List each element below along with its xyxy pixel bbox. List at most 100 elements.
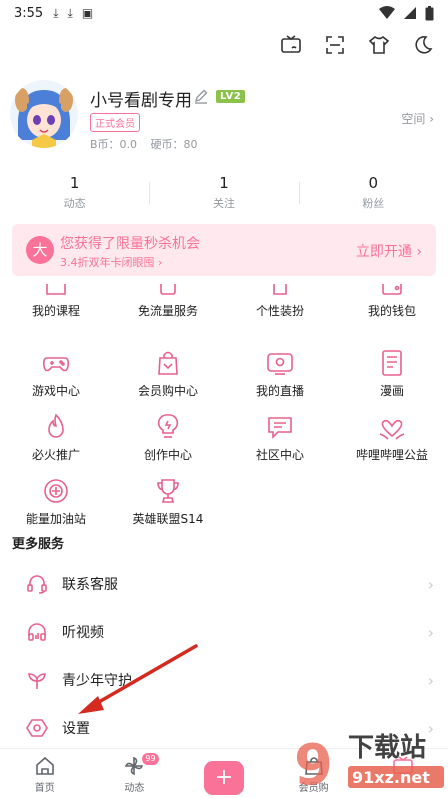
sim-card-icon — [160, 284, 176, 295]
course-icon — [46, 284, 66, 295]
promo-banner[interactable]: 大 您获得了限量秒杀机会 3.4折双年卡闭眼囤 › 立即开通 › — [12, 224, 436, 276]
grid-item-mall[interactable]: 会员购中心 — [112, 348, 224, 412]
coin-balance[interactable]: 硬币：80 — [151, 138, 198, 151]
nav-home[interactable]: 首页 — [0, 749, 90, 798]
stat-number: 1 — [69, 174, 80, 192]
nav-label: 动态 — [124, 783, 145, 794]
energy-badge-icon — [44, 479, 68, 503]
more-services-list: 联系客服 › 听视频 › 青少年守护 › 设置 › — [0, 560, 448, 752]
grid-item-label: 个性装扮 — [255, 304, 304, 318]
more-services-title: 更多服务 — [12, 537, 65, 552]
tv-icon — [393, 756, 413, 774]
shirt-icon[interactable] — [368, 34, 390, 56]
grid-item-decoration[interactable]: 个性装扮 — [224, 284, 336, 348]
top-toolbar — [280, 34, 434, 56]
service-grid: 我的课程 免流量服务 个性装扮 我的钱包 游戏中心 会员购中心 我的直播 漫画 … — [0, 284, 448, 540]
nav-mine[interactable] — [358, 749, 448, 798]
grid-item-game-center[interactable]: 游戏中心 — [0, 348, 112, 412]
stat-label: 关注 — [212, 197, 235, 210]
list-item-settings[interactable]: 设置 › — [0, 704, 448, 752]
list-item-customer-service[interactable]: 联系客服 › — [0, 560, 448, 608]
grid-item-label: 社区中心 — [255, 448, 304, 462]
chevron-right-icon: › — [427, 670, 434, 690]
list-item-youth-mode[interactable]: 青少年守护 › — [0, 656, 448, 704]
moon-icon[interactable] — [412, 34, 434, 56]
grid-item-live[interactable]: 我的直播 — [224, 348, 336, 412]
grid-item-courses[interactable]: 我的课程 — [0, 284, 112, 348]
status-time: 3:55 — [14, 5, 44, 21]
grid-item-creator[interactable]: 创作中心 — [112, 412, 224, 476]
bottom-nav: 首页 99 动态 + 会员购 — [0, 748, 448, 798]
nav-label: 会员购 — [298, 783, 329, 794]
headphones-icon — [28, 623, 46, 641]
grid-item-label: 我的钱包 — [367, 304, 416, 318]
avatar[interactable] — [10, 80, 78, 148]
grid-item-label: 我的直播 — [255, 384, 304, 398]
lightbulb-icon — [157, 414, 179, 438]
stats-row: 1 动态 1 关注 0 粉丝 — [0, 174, 448, 211]
coins-row: B币：0.0 硬币：80 — [90, 136, 208, 152]
vip-badge[interactable]: 正式会员 — [90, 113, 140, 132]
grid-row: 能量加油站 英雄联盟S14 — [0, 476, 448, 540]
trophy-icon — [157, 479, 179, 503]
scan-icon[interactable] — [324, 34, 346, 56]
home-icon — [35, 756, 54, 775]
chevron-right-icon: › — [429, 112, 434, 126]
grid-item-energy[interactable]: 能量加油站 — [0, 476, 112, 540]
grid-item-comics[interactable]: 漫画 — [336, 348, 448, 412]
username[interactable]: 小号看剧专用 — [90, 86, 192, 111]
stat-label: 粉丝 — [362, 197, 385, 210]
grid-item-free-data[interactable]: 免流量服务 — [112, 284, 224, 348]
comic-book-icon — [382, 350, 402, 376]
grid-row: 游戏中心 会员购中心 我的直播 漫画 — [0, 348, 448, 412]
grid-item-promote[interactable]: 必火推广 — [0, 412, 112, 476]
space-link[interactable]: 空间 › — [401, 110, 434, 127]
grid-item-community[interactable]: 社区中心 — [224, 412, 336, 476]
list-item-listen-video[interactable]: 听视频 › — [0, 608, 448, 656]
list-item-label: 设置 — [62, 721, 90, 737]
wifi-icon — [379, 6, 395, 19]
nav-dynamic[interactable]: 99 动态 — [90, 749, 180, 798]
promo-cta-button[interactable]: 立即开通 › — [356, 241, 422, 261]
list-item-label: 青少年守护 — [62, 673, 132, 689]
bcoin-balance[interactable]: B币：0.0 — [90, 138, 137, 151]
stat-label: 动态 — [63, 197, 86, 210]
heart-hands-icon — [379, 419, 405, 440]
shopping-bag-icon — [304, 757, 323, 775]
decoration-icon — [273, 284, 287, 295]
settings-hexagon-icon — [26, 719, 48, 737]
stat-dynamic[interactable]: 1 动态 — [0, 174, 149, 211]
chevron-right-icon: › — [427, 622, 434, 642]
live-tv-icon — [267, 353, 293, 375]
grid-item-label: 能量加油站 — [25, 512, 86, 526]
grid-item-label: 我的课程 — [31, 304, 80, 318]
grid-item-label: 免流量服务 — [137, 304, 198, 318]
grid-item-charity[interactable]: 哔哩哔哩公益 — [336, 412, 448, 476]
grid-row: 我的课程 免流量服务 个性装扮 我的钱包 — [0, 284, 448, 348]
stat-fans[interactable]: 0 粉丝 — [298, 174, 448, 211]
nav-publish[interactable]: + — [179, 749, 269, 798]
wallet-icon — [382, 284, 402, 295]
grid-item-label: 英雄联盟S14 — [132, 512, 204, 526]
nav-label: 首页 — [34, 783, 55, 794]
grid-item-lol-s14[interactable]: 英雄联盟S14 — [112, 476, 224, 540]
tv-cast-icon[interactable] — [280, 34, 302, 56]
grid-item-label: 漫画 — [379, 384, 404, 398]
sprout-icon — [28, 673, 46, 689]
battery-icon — [425, 5, 434, 20]
space-label: 空间 — [401, 112, 426, 126]
grid-item-label: 必火推广 — [31, 448, 80, 462]
headset-icon — [27, 575, 47, 594]
notification-badge: 99 — [142, 753, 159, 765]
signal-icon — [404, 7, 416, 19]
stat-following[interactable]: 1 关注 — [149, 174, 298, 211]
edit-icon[interactable] — [193, 88, 209, 104]
grid-row: 必火推广 创作中心 社区中心 哔哩哔哩公益 — [0, 412, 448, 476]
stat-number: 0 — [368, 174, 379, 192]
grid-item-label: 会员购中心 — [137, 384, 198, 398]
nav-mall[interactable]: 会员购 — [269, 749, 359, 798]
grid-item-wallet[interactable]: 我的钱包 — [336, 284, 448, 348]
download-icon: ⤓ — [67, 5, 73, 20]
gamepad-icon — [43, 357, 69, 372]
download-icon: ⤓ — [53, 5, 59, 20]
